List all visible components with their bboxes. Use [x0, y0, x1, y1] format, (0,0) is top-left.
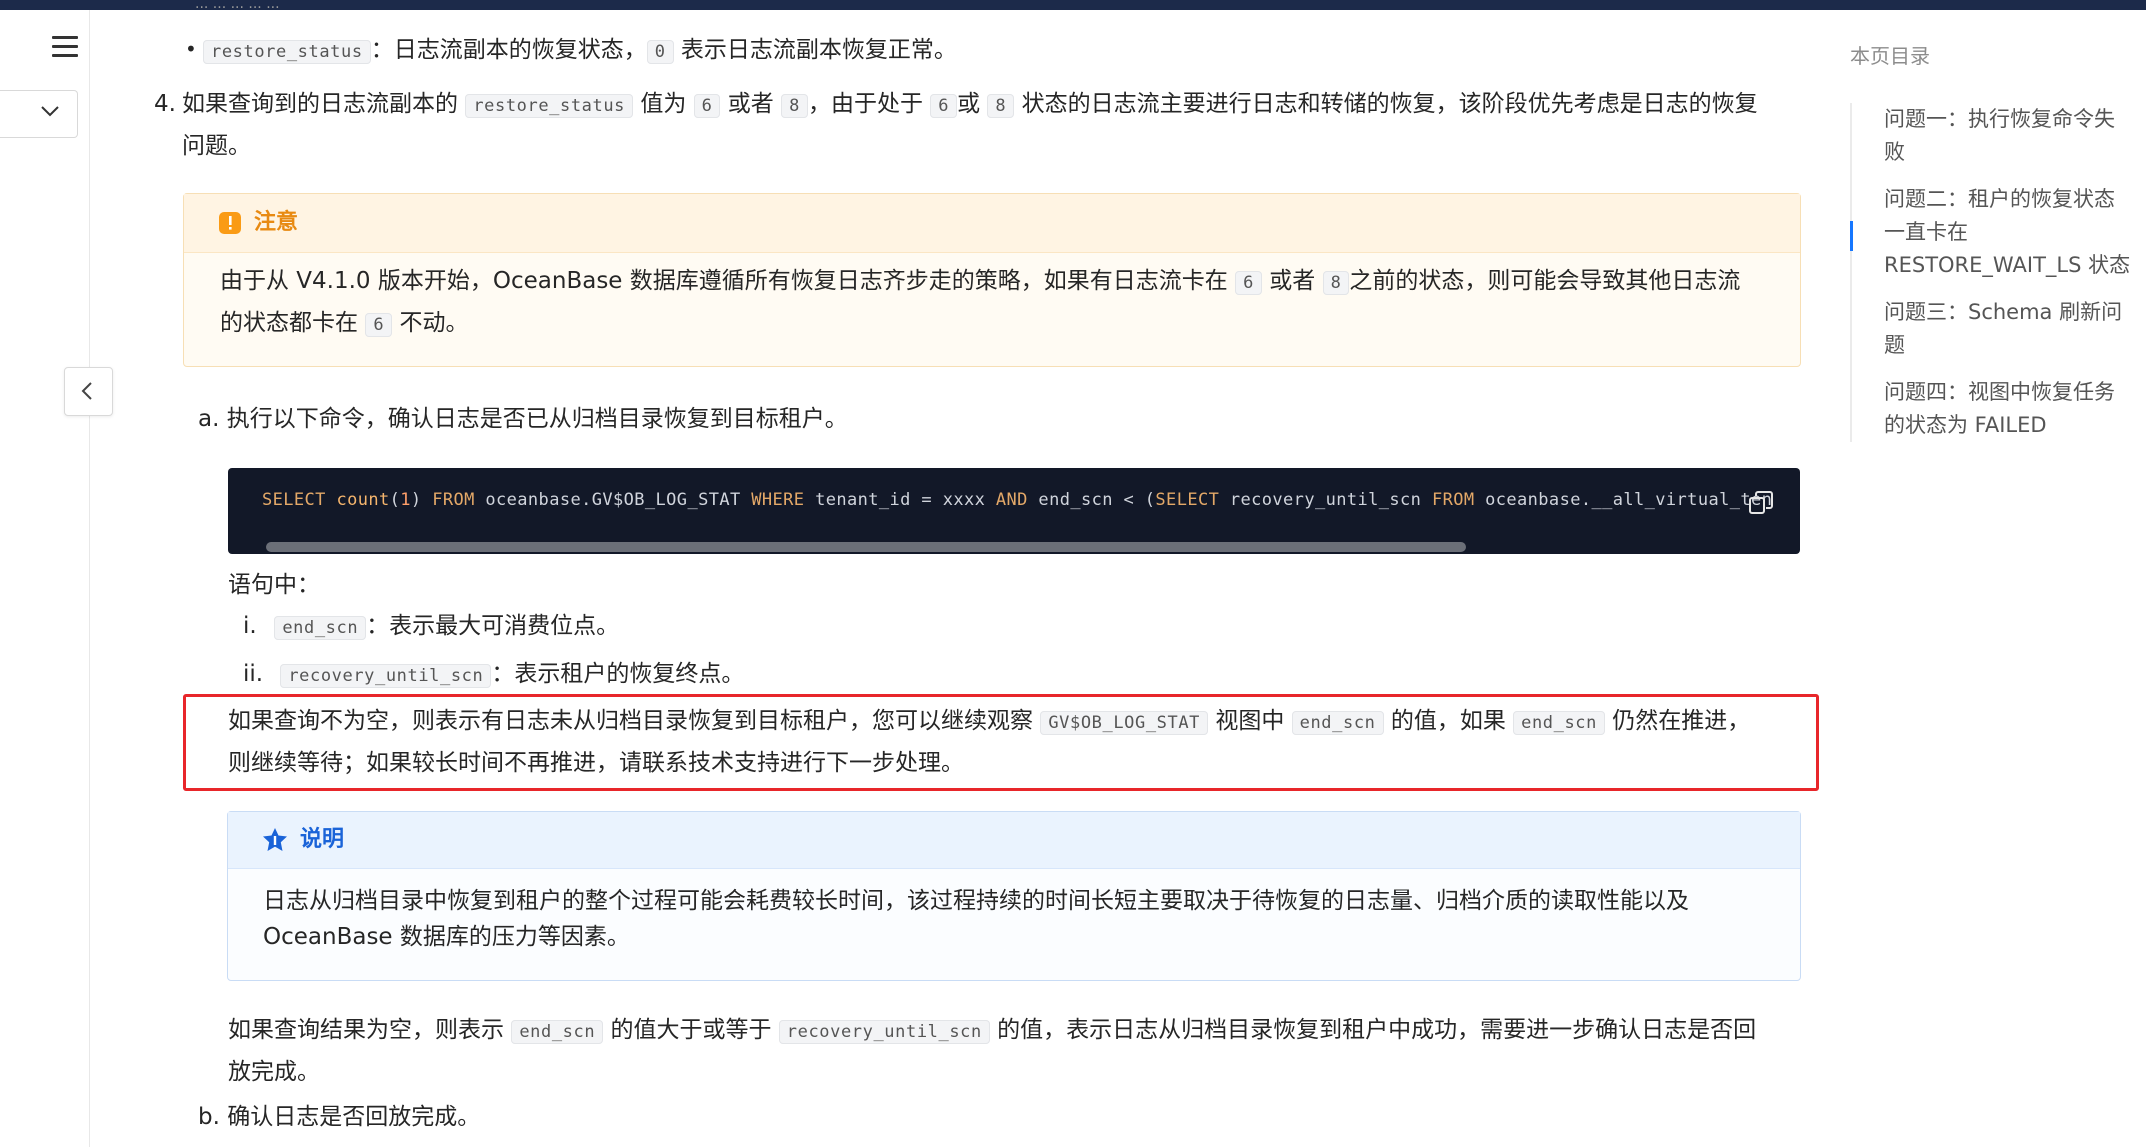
toc-item-label: 一直卡在: [1884, 220, 1968, 244]
text: 之前的状态，则可能会导致其他日志流: [1349, 268, 1741, 294]
text: 确认日志是否回放完成。: [227, 1104, 481, 1130]
text: 放完成。: [228, 1059, 320, 1085]
toc-item-label: 的状态为 FAILED: [1884, 413, 2047, 437]
callout-title: 说明: [300, 827, 345, 852]
inline-code: 0: [646, 40, 674, 64]
text: ：表示租户的恢复终点。: [491, 661, 745, 687]
toc-item-issue-4[interactable]: 问题四：视图中恢复任务 的状态为 FAILED: [1884, 376, 2140, 442]
inline-code: 8: [781, 94, 808, 118]
inline-code: end_scn: [511, 1020, 604, 1044]
inline-code: restore_status: [465, 94, 634, 118]
text: 的值大于或等于: [610, 1017, 772, 1043]
inline-code: 6: [365, 313, 393, 337]
callout-body: 由于从 V4.1.0 版本开始，OceanBase 数据库遵循所有恢复日志齐步走…: [184, 253, 1800, 345]
text: 日志从归档目录中恢复到租户的整个过程可能会耗费较长时间，该过程持续的时间长短主要…: [263, 888, 1689, 914]
inline-code: 8: [987, 94, 1015, 118]
inline-code: 6: [693, 94, 721, 118]
toc-item-issue-2[interactable]: 问题二：租户的恢复状态 一直卡在 RESTORE_WAIT_LS 状态: [1884, 183, 2140, 282]
callout-title: 注意: [254, 210, 299, 235]
chevron-left-icon: [81, 382, 92, 400]
list-number: ii.: [243, 661, 264, 687]
bullet-dot: •: [185, 37, 197, 61]
text: ：日志流副本的恢复状态，: [370, 37, 647, 63]
sub-step-label: b.: [198, 1104, 220, 1130]
toc-title: 本页目录: [1850, 44, 1930, 68]
left-sidebar: [0, 10, 90, 1147]
text: 的值，表示日志从归档目录恢复到租户中成功，需要进一步确认日志是否回: [997, 1017, 1757, 1043]
text: 不动。: [399, 310, 469, 336]
text: 的状态都卡在: [220, 310, 358, 336]
text: 执行以下命令，确认日志是否已从归档目录恢复到目标租户。: [226, 406, 848, 432]
text: 如果查询到的日志流副本的: [182, 91, 458, 117]
copy-icon[interactable]: [1748, 490, 1774, 516]
list-item-i: i. end_scn ：表示最大可消费位点。: [243, 606, 619, 648]
list-item-ii: ii. recovery_until_scn ：表示租户的恢复终点。: [243, 654, 744, 696]
horizontal-scrollbar[interactable]: [266, 542, 1466, 552]
inline-code: recovery_until_scn: [778, 1020, 990, 1044]
toc-item-issue-3[interactable]: 问题三：Schema 刷新问 题: [1884, 296, 2140, 362]
callout-body: 日志从归档目录中恢复到租户的整个过程可能会耗费较长时间，该过程持续的时间长短主要…: [228, 869, 1800, 955]
callout-header: 注意: [184, 194, 1800, 253]
toc-item-label: RESTORE_WAIT_LS 状态: [1884, 253, 2131, 277]
inline-code: end_scn: [1513, 711, 1605, 735]
text: OceanBase 数据库的压力等因素。: [263, 924, 630, 950]
collapse-sidebar-button[interactable]: [64, 367, 113, 416]
text: 则继续等待；如果较长时间不再推进，请联系技术支持进行下一步处理。: [228, 750, 964, 776]
warning-icon: [219, 212, 241, 234]
cut-off-text: ... ... ... ... ...: [195, 0, 280, 10]
highlighted-paragraph: 如果查询不为空，则表示有日志未从归档目录恢复到目标租户，您可以继续观察 GV$O…: [228, 701, 1750, 783]
inline-code: 6: [1235, 271, 1262, 295]
bullet-restore-status: • restore_status ：日志流副本的恢复状态， 0 表示日志流副本恢复正…: [185, 30, 957, 72]
text: 状态的日志流主要进行日志和转储的恢复，该阶段优先考虑是日志的恢复: [1021, 91, 1758, 117]
sql-code: SELECT count(1) FROM oceanbase.GV$OB_LOG…: [262, 490, 1773, 510]
step-number: 4.: [154, 91, 176, 117]
table-of-contents: 本页目录 问题一：执行恢复命令失 败 问题二：租户的恢复状态 一直卡在 REST…: [1850, 40, 2140, 456]
sub-step-label: a.: [198, 406, 220, 432]
text: 视图中: [1215, 708, 1285, 734]
inline-code: recovery_until_scn: [280, 664, 492, 688]
inline-code: 6: [930, 94, 958, 118]
text: 的值，如果: [1390, 708, 1506, 734]
warning-callout: 注意 由于从 V4.1.0 版本开始，OceanBase 数据库遵循所有恢复日志…: [183, 193, 1801, 367]
toc-active-indicator: [1850, 221, 1853, 251]
text: 或: [957, 91, 981, 117]
step-4: 4. 如果查询到的日志流副本的 restore_status 值为 6 或者 8…: [154, 84, 1814, 166]
toc-item-label: 败: [1884, 140, 1905, 164]
text: 如果查询不为空，则表示有日志未从归档目录恢复到目标租户，您可以继续观察: [228, 708, 1033, 734]
callout-header: 说明: [228, 812, 1800, 869]
text: 或者: [727, 91, 774, 117]
toc-item-label: 题: [1884, 333, 1905, 357]
toc-list: 问题一：执行恢复命令失 败 问题二：租户的恢复状态 一直卡在 RESTORE_W…: [1850, 103, 2140, 442]
text: ，由于处于: [807, 91, 923, 117]
text: 值为: [640, 91, 687, 117]
text: 问题。: [182, 133, 251, 159]
toc-item-issue-1[interactable]: 问题一：执行恢复命令失 败: [1884, 103, 2140, 169]
inline-code: 8: [1322, 271, 1350, 295]
text: ：表示最大可消费位点。: [366, 613, 620, 639]
text: 或者: [1269, 268, 1316, 294]
sub-step-b: b. 确认日志是否回放完成。: [198, 1097, 480, 1137]
version-dropdown[interactable]: [0, 90, 78, 138]
inline-code: end_scn: [1291, 711, 1384, 735]
text: 仍然在推进，: [1612, 708, 1751, 734]
statement-label: 语句中：: [228, 572, 320, 598]
inline-code: end_scn: [274, 616, 367, 640]
sql-code-block[interactable]: SELECT count(1) FROM oceanbase.GV$OB_LOG…: [228, 468, 1800, 554]
toc-item-label: 问题四：视图中恢复任务: [1884, 380, 2115, 404]
toc-item-label: 问题一：执行恢复命令失: [1884, 107, 2115, 131]
text: 由于从 V4.1.0 版本开始，OceanBase 数据库遵循所有恢复日志齐步走…: [220, 268, 1228, 294]
empty-result-paragraph: 如果查询结果为空，则表示 end_scn 的值大于或等于 recovery_un…: [228, 1010, 1756, 1092]
inline-code: restore_status: [203, 40, 371, 64]
toc-item-label: 问题二：租户的恢复状态: [1884, 187, 2115, 211]
toc-item-label: 问题三：Schema 刷新问: [1884, 300, 2123, 324]
sub-step-a: a. 执行以下命令，确认日志是否已从归档目录恢复到目标租户。: [198, 399, 848, 439]
inline-code: GV$OB_LOG_STAT: [1040, 711, 1209, 735]
menu-icon[interactable]: [52, 36, 78, 58]
info-star-icon: [263, 828, 287, 851]
chevron-down-icon: [41, 106, 59, 117]
text: 如果查询结果为空，则表示: [228, 1017, 504, 1043]
note-callout: 说明 日志从归档目录中恢复到租户的整个过程可能会耗费较长时间，该过程持续的时间长…: [227, 811, 1801, 981]
list-number: i.: [243, 613, 257, 639]
text: 表示日志流副本恢复正常。: [680, 37, 957, 63]
